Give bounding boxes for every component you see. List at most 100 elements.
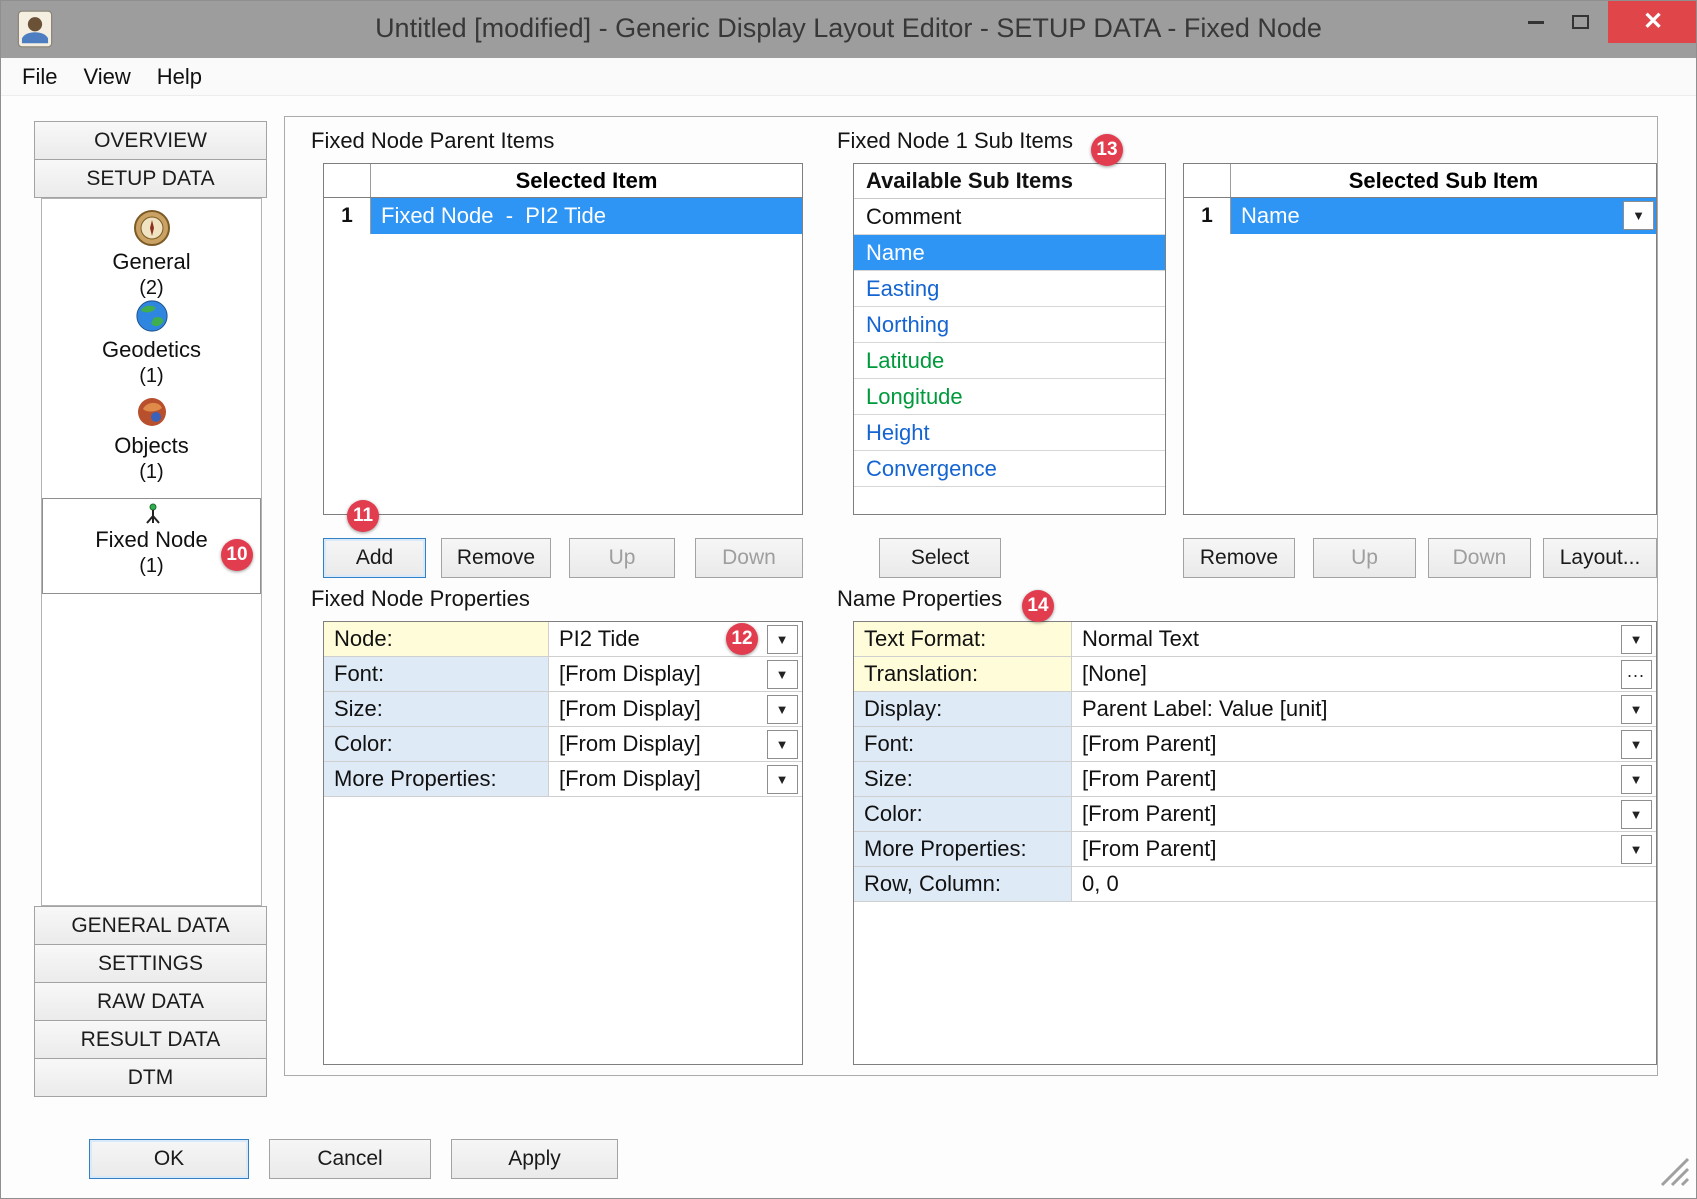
- list-item-latitude[interactable]: Latitude: [854, 343, 1165, 379]
- fixed-node-properties-grid: Node: PI2 Tide 12 ▼ Font: [From Display]…: [323, 621, 803, 1065]
- sidebar-item-fixed-node[interactable]: Fixed Node (1) 10: [42, 498, 261, 594]
- menu-file[interactable]: File: [9, 58, 70, 95]
- add-button[interactable]: Add: [323, 538, 426, 578]
- font-dropdown-button[interactable]: ▼: [767, 660, 798, 689]
- select-button[interactable]: Select: [879, 538, 1001, 578]
- sidebar-item-general[interactable]: General (2): [42, 205, 261, 295]
- size-dropdown-button[interactable]: ▼: [767, 695, 798, 724]
- resize-grip[interactable]: [1656, 1153, 1690, 1192]
- property-value[interactable]: Normal Text: [1072, 622, 1616, 656]
- color-dropdown-button[interactable]: ▼: [767, 730, 798, 759]
- available-sub-items-list: Available Sub Items Comment Name Easting…: [853, 163, 1166, 515]
- close-button[interactable]: ✕: [1608, 1, 1697, 43]
- list-item-longitude[interactable]: Longitude: [854, 379, 1165, 415]
- down-button[interactable]: Down: [695, 538, 803, 578]
- sidebar-button-raw-data[interactable]: RAW DATA: [34, 982, 267, 1021]
- down-sub-button[interactable]: Down: [1428, 538, 1531, 578]
- sidebar-button-setup-data[interactable]: SETUP DATA: [34, 159, 267, 198]
- sidebar-item-geodetics[interactable]: Geodetics (1): [42, 295, 261, 387]
- parent-items-table: Selected Item 1 Fixed Node - PI2 Tide: [323, 163, 803, 515]
- font-dropdown-button[interactable]: ▼: [1621, 730, 1652, 759]
- sidebar-item-objects[interactable]: Objects (1): [42, 391, 261, 483]
- table-row[interactable]: 1 Name ▼: [1184, 198, 1656, 234]
- display-dropdown-button[interactable]: ▼: [1621, 695, 1652, 724]
- sidebar-item-label: Objects: [42, 433, 261, 459]
- property-row-font: Font: [From Parent] ▼: [854, 727, 1656, 762]
- property-label: Color:: [324, 727, 549, 761]
- node-dropdown-button[interactable]: ▼: [767, 625, 798, 654]
- property-row-more-properties: More Properties: [From Parent] ▼: [854, 832, 1656, 867]
- table-row[interactable]: 1 Fixed Node - PI2 Tide: [324, 198, 802, 234]
- row-index: 1: [1184, 198, 1231, 234]
- parent-items-table-header: Selected Item: [324, 164, 802, 198]
- sidebar-button-dtm[interactable]: DTM: [34, 1058, 267, 1097]
- more-properties-dropdown-button[interactable]: ▼: [1621, 835, 1652, 864]
- apply-button[interactable]: Apply: [451, 1139, 618, 1179]
- window: Untitled [modified] - Generic Display La…: [0, 0, 1697, 1199]
- property-value[interactable]: [From Parent]: [1072, 762, 1616, 796]
- text-format-dropdown-button[interactable]: ▼: [1621, 625, 1652, 654]
- list-item-height[interactable]: Height: [854, 415, 1165, 451]
- sub-item-dropdown-button[interactable]: ▼: [1623, 201, 1654, 230]
- property-value[interactable]: [From Parent]: [1072, 832, 1616, 866]
- cancel-button[interactable]: Cancel: [269, 1139, 431, 1179]
- up-button[interactable]: Up: [569, 538, 675, 578]
- ellipsis-icon: ...: [1627, 661, 1645, 682]
- property-value[interactable]: [From Parent]: [1072, 797, 1616, 831]
- property-row-font: Font: [From Display] ▼: [324, 657, 802, 692]
- list-item-northing[interactable]: Northing: [854, 307, 1165, 343]
- sidebar-button-settings[interactable]: SETTINGS: [34, 944, 267, 983]
- property-value[interactable]: 0, 0: [1072, 867, 1656, 901]
- menu-view[interactable]: View: [70, 58, 143, 95]
- list-item-convergence[interactable]: Convergence: [854, 451, 1165, 487]
- sidebar-item-count: (1): [42, 461, 261, 484]
- layout-button[interactable]: Layout...: [1543, 538, 1657, 578]
- ok-button[interactable]: OK: [89, 1139, 249, 1179]
- available-sub-items-header: Available Sub Items: [854, 164, 1165, 199]
- property-row-translation: Translation: [None] ...: [854, 657, 1656, 692]
- sidebar-button-general-data[interactable]: GENERAL DATA: [34, 906, 267, 945]
- property-value[interactable]: [None]: [1072, 657, 1616, 691]
- minimize-button[interactable]: [1514, 1, 1558, 43]
- maximize-button[interactable]: [1558, 1, 1602, 43]
- color-dropdown-button[interactable]: ▼: [1621, 800, 1652, 829]
- list-item-name[interactable]: Name: [854, 235, 1165, 271]
- property-value[interactable]: [From Display]: [549, 727, 762, 761]
- name-properties-grid: Text Format: Normal Text ▼ Translation: …: [853, 621, 1657, 1065]
- property-value[interactable]: [From Display]: [549, 657, 762, 691]
- row-index: 1: [324, 198, 371, 234]
- remove-button[interactable]: Remove: [441, 538, 551, 578]
- index-column-header: [1184, 164, 1231, 197]
- property-row-row-column: Row, Column: 0, 0: [854, 867, 1656, 902]
- property-value[interactable]: [From Display]: [549, 692, 762, 726]
- translation-ellipsis-button[interactable]: ...: [1621, 660, 1652, 689]
- menu-help[interactable]: Help: [144, 58, 215, 95]
- section-title-sub-items: Fixed Node 1 Sub Items: [837, 127, 1073, 155]
- property-label: More Properties:: [324, 762, 549, 796]
- objects-icon: [135, 395, 169, 434]
- more-properties-dropdown-button[interactable]: ▼: [767, 765, 798, 794]
- list-item-comment[interactable]: Comment: [854, 199, 1165, 235]
- dropdown-arrow-icon: ▼: [1630, 807, 1643, 822]
- sidebar-button-result-data[interactable]: RESULT DATA: [34, 1020, 267, 1059]
- list-item-easting[interactable]: Easting: [854, 271, 1165, 307]
- section-title-parent-items: Fixed Node Parent Items: [311, 127, 554, 155]
- property-label: Display:: [854, 692, 1072, 726]
- fixed-node-icon: [142, 503, 164, 530]
- menubar: File View Help: [1, 58, 1696, 96]
- annotation-badge-12: 12: [726, 623, 758, 655]
- annotation-badge-13: 13: [1091, 134, 1123, 166]
- property-value[interactable]: Parent Label: Value [unit]: [1072, 692, 1616, 726]
- remove-sub-button[interactable]: Remove: [1183, 538, 1295, 578]
- dropdown-arrow-icon: ▼: [776, 702, 789, 717]
- up-sub-button[interactable]: Up: [1313, 538, 1416, 578]
- dropdown-arrow-icon: ▼: [776, 772, 789, 787]
- size-dropdown-button[interactable]: ▼: [1621, 765, 1652, 794]
- dropdown-arrow-icon: ▼: [1630, 842, 1643, 857]
- property-row-display: Display: Parent Label: Value [unit] ▼: [854, 692, 1656, 727]
- property-value[interactable]: [From Parent]: [1072, 727, 1616, 761]
- section-title-name-properties: Name Properties: [837, 585, 1002, 613]
- sidebar-button-overview[interactable]: OVERVIEW: [34, 121, 267, 160]
- property-label: Row, Column:: [854, 867, 1072, 901]
- property-value[interactable]: [From Display]: [549, 762, 762, 796]
